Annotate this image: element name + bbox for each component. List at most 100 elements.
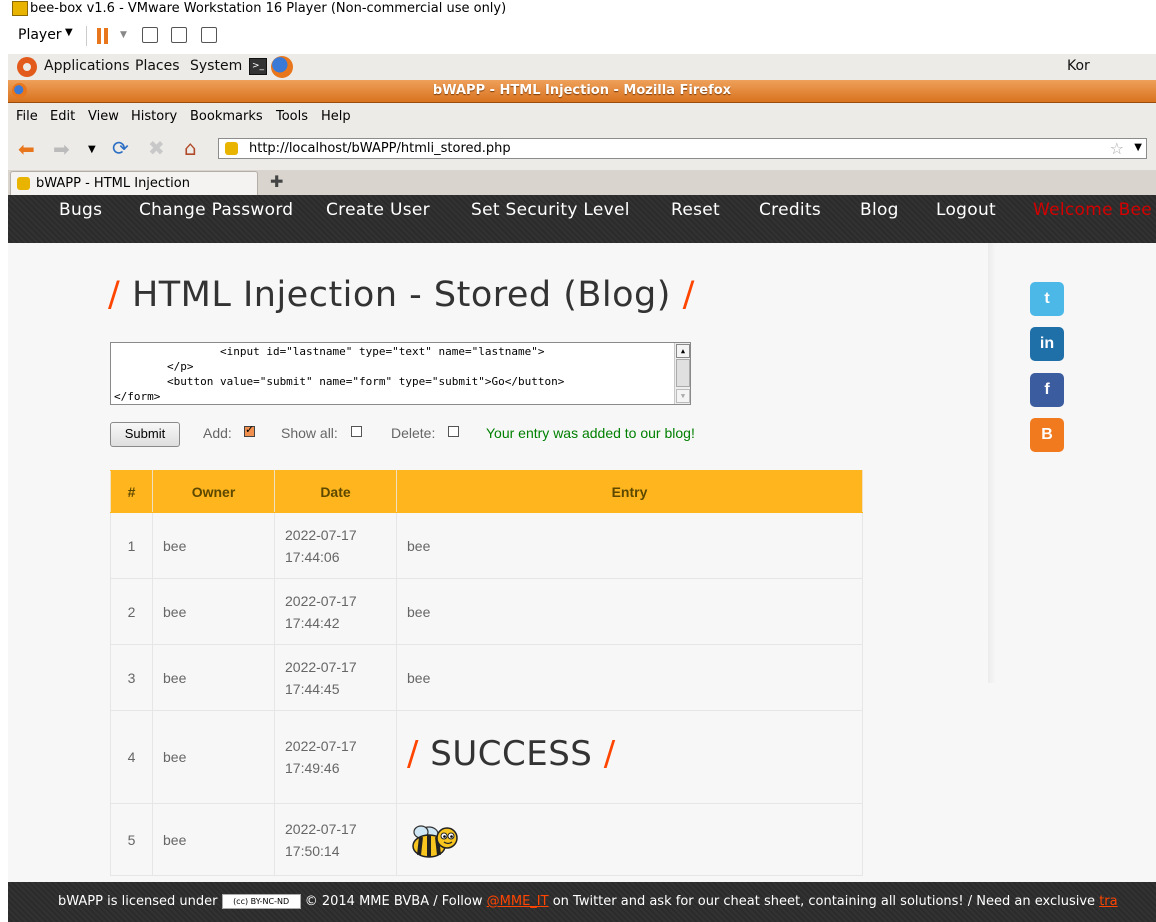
forward-arrow-icon[interactable]: ➡	[53, 138, 70, 160]
blog-entry-textarea[interactable]: <input id="lastname" type="text" name="l…	[110, 342, 691, 405]
row-entry: bee	[396, 644, 863, 711]
places-menu[interactable]: Places	[135, 58, 180, 74]
success-text: SUCCESS	[430, 734, 593, 774]
menu-tools[interactable]: Tools	[276, 109, 308, 124]
table-row: 3 bee 2022-07-17 17:44:45 bee	[110, 644, 863, 711]
send-ctrl-alt-del-icon[interactable]	[142, 27, 158, 43]
tab-bwapp-html-injection[interactable]: bWAPP - HTML Injection	[10, 171, 258, 195]
menu-history[interactable]: History	[131, 109, 177, 124]
row-date-time: 17:50:14	[285, 842, 340, 859]
row-date: 2022-07-17 17:44:42	[274, 578, 397, 645]
row-entry: bee	[396, 512, 863, 579]
scroll-up-icon[interactable]: ▲	[676, 344, 690, 358]
row-date-day: 2022-07-17	[285, 526, 357, 543]
footer-text: bWAPP is licensed under (cc) BY-NC-ND © …	[58, 894, 1118, 909]
applications-menu[interactable]: Applications	[44, 58, 130, 74]
title-slash-right: /	[682, 275, 695, 315]
textarea-scrollbar[interactable]: ▲ ▼	[674, 343, 690, 404]
vmware-window-title: bee-box v1.6 - VMware Workstation 16 Pla…	[30, 1, 507, 16]
row-entry	[396, 803, 863, 876]
row-owner: bee	[152, 803, 275, 876]
gnome-top-panel: Applications Places System >_ Kor	[8, 54, 1156, 81]
menu-help[interactable]: Help	[321, 109, 351, 124]
pause-dropdown-icon[interactable]: ▼	[120, 30, 127, 40]
home-icon[interactable]: ⌂	[184, 137, 197, 159]
show-all-label: Show all:	[281, 425, 338, 441]
tab-title: bWAPP - HTML Injection	[36, 176, 190, 191]
twitter-icon[interactable]: t	[1030, 282, 1064, 316]
back-arrow-icon[interactable]: ⬅	[18, 138, 35, 160]
cc-license-badge[interactable]: (cc) BY-NC-ND	[221, 894, 301, 909]
blogger-icon[interactable]: B	[1030, 418, 1064, 452]
pause-icon[interactable]	[97, 28, 101, 44]
show-all-checkbox[interactable]	[351, 426, 362, 437]
nav-bugs[interactable]: Bugs	[59, 200, 102, 220]
footer-cheat-sheet-text: on Twitter and ask for our cheat sheet, …	[552, 894, 1096, 909]
delete-checkbox[interactable]	[448, 426, 459, 437]
textarea-content[interactable]: <input id="lastname" type="text" name="l…	[111, 343, 690, 404]
twitter-handle-link[interactable]: @MME_IT	[487, 894, 549, 909]
firefox-launcher-icon[interactable]	[271, 56, 293, 78]
menu-file[interactable]: File	[16, 109, 38, 124]
player-menu[interactable]: Player	[18, 27, 62, 43]
player-menu-caret-icon[interactable]: ▼	[65, 27, 73, 38]
submit-button[interactable]: Submit	[110, 422, 180, 447]
row-date: 2022-07-17 17:44:06	[274, 512, 397, 579]
nav-set-security-level[interactable]: Set Security Level	[471, 200, 630, 220]
linkedin-icon[interactable]: in	[1030, 327, 1064, 361]
web-page: Bugs Change Password Create User Set Sec…	[8, 195, 1156, 922]
ubuntu-logo-icon[interactable]	[17, 57, 37, 77]
reload-icon[interactable]: ⟳	[112, 137, 129, 159]
keyboard-layout-indicator[interactable]: Kor	[1067, 58, 1090, 74]
firefox-menu-bar: File Edit View History Bookmarks Tools H…	[8, 103, 1156, 128]
nav-change-password[interactable]: Change Password	[139, 200, 293, 220]
unity-icon[interactable]	[201, 27, 217, 43]
row-date-time: 17:44:45	[285, 680, 340, 697]
fullscreen-icon[interactable]	[171, 27, 187, 43]
page-title: / HTML Injection - Stored (Blog) /	[108, 275, 695, 315]
vmware-title-bar: bee-box v1.6 - VMware Workstation 16 Pla…	[0, 0, 1156, 18]
scroll-down-icon[interactable]: ▼	[676, 389, 690, 403]
footer-copyright: © 2014 MME BVBA / Follow	[304, 894, 483, 909]
row-date-time: 17:49:46	[285, 760, 340, 776]
scroll-thumb[interactable]	[676, 359, 690, 387]
success-slash-left: /	[407, 734, 419, 774]
menu-edit[interactable]: Edit	[50, 109, 75, 124]
row-number: 2	[110, 578, 153, 645]
url-text[interactable]: http://localhost/bWAPP/htmli_stored.php	[249, 140, 511, 158]
linkedin-glyph: in	[1039, 335, 1055, 352]
row-date-time: 17:44:42	[285, 614, 340, 631]
column-header-entry: Entry	[396, 470, 863, 513]
delete-label: Delete:	[391, 425, 436, 441]
success-slash-right: /	[603, 734, 616, 774]
vmware-app-icon	[12, 1, 28, 16]
history-dropdown-icon[interactable]: ▼	[88, 139, 96, 161]
menu-bookmarks[interactable]: Bookmarks	[190, 109, 263, 124]
menu-view[interactable]: View	[88, 109, 119, 124]
column-header-owner: Owner	[152, 470, 275, 513]
bookmark-star-icon[interactable]: ☆	[1110, 139, 1124, 158]
table-row: 2 bee 2022-07-17 17:44:42 bee	[110, 578, 863, 645]
firefox-navigation-toolbar: ⬅ ➡ ▼ ⟳ ✖ ⌂ http://localhost/bWAPP/htmli…	[8, 128, 1156, 171]
system-menu[interactable]: System	[190, 58, 242, 74]
column-header-date: Date	[274, 470, 397, 513]
table-row: 4 bee 2022-07-17 17:49:46 / SUCCESS /	[110, 710, 863, 804]
nav-create-user[interactable]: Create User	[326, 200, 430, 220]
firefox-window-icon[interactable]	[12, 83, 27, 98]
nav-credits[interactable]: Credits	[759, 200, 821, 220]
facebook-icon[interactable]: f	[1030, 373, 1064, 407]
title-slash-left: /	[108, 275, 121, 315]
tab-favicon-icon	[17, 177, 30, 190]
add-checkbox[interactable]	[244, 423, 255, 437]
nav-reset[interactable]: Reset	[671, 200, 720, 220]
stop-icon[interactable]: ✖	[148, 137, 165, 159]
row-number: 3	[110, 644, 153, 711]
url-dropdown-icon[interactable]: ▼	[1134, 142, 1142, 153]
nav-blog[interactable]: Blog	[860, 200, 899, 220]
terminal-launcher-icon[interactable]: >_	[249, 58, 267, 75]
content-divider	[988, 243, 996, 683]
new-tab-icon[interactable]: ✚	[270, 172, 283, 191]
footer-trailing-link[interactable]: tra	[1099, 894, 1117, 909]
nav-logout[interactable]: Logout	[936, 200, 996, 220]
url-bar[interactable]: http://localhost/bWAPP/htmli_stored.php …	[218, 138, 1147, 159]
